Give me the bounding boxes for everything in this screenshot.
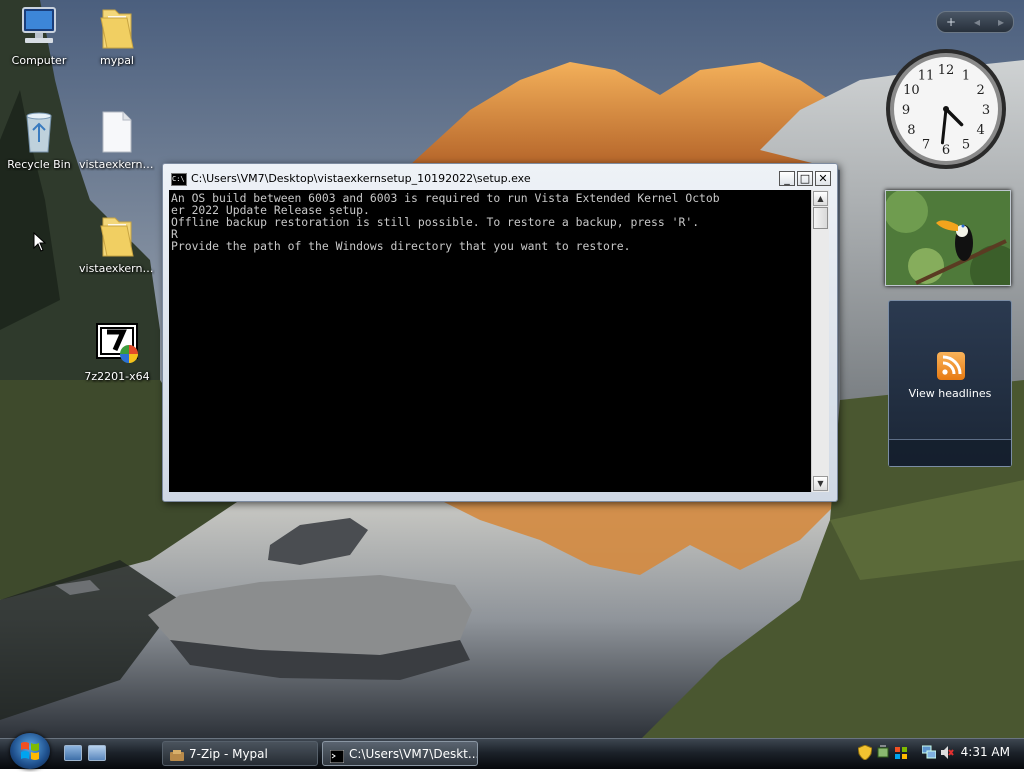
folder-icon: [93, 4, 141, 52]
console-title: C:\Users\VM7\Desktop\vistaexkernsetup_10…: [191, 172, 531, 185]
console-titlebar[interactable]: C:\ C:\Users\VM7\Desktop\vistaexkernsetu…: [169, 170, 831, 188]
desktop-icon-label: mypal: [99, 54, 134, 67]
console-app-icon: [329, 747, 345, 764]
prev-gadget-button[interactable]: ◂: [974, 15, 980, 29]
desktop-icon-label: 7z2201-x64: [84, 370, 150, 383]
scroll-up-button[interactable]: ▲: [813, 191, 828, 206]
analog-clock: 12 12 3 45678 9 1011: [886, 49, 1006, 169]
close-button[interactable]: ✕: [815, 171, 831, 186]
show-desktop-icon[interactable]: [64, 745, 82, 761]
clock-numeral: 2: [977, 83, 985, 98]
clock-numeral: 8: [907, 123, 915, 138]
windows-update-icon[interactable]: [894, 745, 908, 760]
7zip-app-icon: [170, 747, 184, 761]
windows-logo-icon: [21, 742, 39, 760]
desktop-icon-mypal[interactable]: mypal: [79, 4, 155, 67]
system-tray: 4:31 AM: [852, 741, 1024, 766]
taskbar-item-console[interactable]: C:\Users\VM7\Deskt...: [322, 741, 478, 766]
next-gadget-button[interactable]: ▸: [998, 15, 1004, 29]
clock-numeral: 9: [902, 103, 910, 118]
feed-gadget-footer: [889, 439, 1011, 466]
clock-numeral: 4: [977, 123, 985, 138]
mouse-cursor-icon: [33, 231, 47, 255]
computer-icon: [15, 4, 63, 52]
taskbar-item-7zip-mypal[interactable]: 7-Zip - Mypal: [162, 741, 318, 766]
console-window[interactable]: C:\ C:\Users\VM7\Desktop\vistaexkernsetu…: [162, 163, 838, 502]
toucan-photo: [886, 191, 1010, 285]
volume-muted-icon[interactable]: [940, 745, 954, 760]
console-line: Offline backup restoration is still poss…: [171, 215, 700, 229]
safely-remove-hardware-icon[interactable]: [876, 745, 890, 760]
file-icon: [93, 108, 141, 156]
clock-numeral: 10: [903, 83, 920, 98]
clock-numeral: 12: [938, 63, 955, 78]
clock-numeral: 7: [922, 138, 930, 153]
console-app-icon: C:\: [171, 173, 187, 186]
clock-numeral: 11: [918, 68, 935, 83]
desktop-icon-label: vistaexkerns...: [79, 262, 155, 275]
desktop-icon-recycle-bin[interactable]: Recycle Bin: [1, 108, 77, 171]
scroll-down-button[interactable]: ▼: [813, 476, 828, 491]
feed-headlines-gadget[interactable]: View headlines: [888, 300, 1012, 467]
add-gadget-button[interactable]: +: [946, 15, 956, 29]
folder-icon: [93, 212, 141, 260]
clock-gadget[interactable]: 12 1 2 3 4 5 6 7 8 9 10 11: [884, 46, 1008, 172]
taskbar-clock[interactable]: 4:31 AM: [961, 745, 1010, 759]
view-headlines-link[interactable]: View headlines: [889, 387, 1011, 400]
console-line: Provide the path of the Windows director…: [171, 239, 631, 253]
desktop-icon-label: Recycle Bin: [7, 158, 71, 171]
clock-numeral: 3: [982, 103, 990, 118]
clock-numeral: 1: [962, 68, 970, 83]
start-button[interactable]: [10, 733, 50, 769]
installer-7zip-icon: [93, 320, 141, 368]
sidebar-controls: + ◂ ▸: [936, 11, 1014, 33]
scroll-thumb[interactable]: [813, 207, 828, 229]
console-output[interactable]: An OS build between 6003 and 6003 is req…: [169, 190, 811, 492]
maximize-button[interactable]: □: [797, 171, 813, 186]
taskbar-item-label: C:\Users\VM7\Deskt...: [349, 747, 478, 761]
recycle-bin-icon: [15, 108, 63, 156]
network-icon[interactable]: [921, 745, 937, 760]
rss-feed-icon: [937, 352, 965, 380]
clock-numeral: 6: [942, 143, 950, 158]
taskbar-item-label: 7-Zip - Mypal: [189, 747, 268, 761]
desktop-icon-label: Computer: [11, 54, 67, 67]
security-shield-icon[interactable]: [857, 744, 873, 761]
minimize-button[interactable]: _: [779, 171, 795, 186]
clock-numeral: 5: [962, 138, 970, 153]
desktop-icon-label: vistaexkerns...: [79, 158, 155, 171]
desktop-icon-vistaexkerns-folder[interactable]: vistaexkerns...: [79, 212, 155, 275]
desktop-icon-computer[interactable]: Computer: [1, 4, 77, 67]
desktop-icon-7z2201[interactable]: 7z2201-x64: [79, 320, 155, 383]
switch-windows-icon[interactable]: [88, 745, 106, 761]
slideshow-gadget[interactable]: [885, 190, 1011, 286]
desktop-icon-vistaexkerns-file[interactable]: vistaexkerns...: [79, 108, 155, 171]
console-scrollbar[interactable]: ▲ ▼: [811, 190, 829, 492]
